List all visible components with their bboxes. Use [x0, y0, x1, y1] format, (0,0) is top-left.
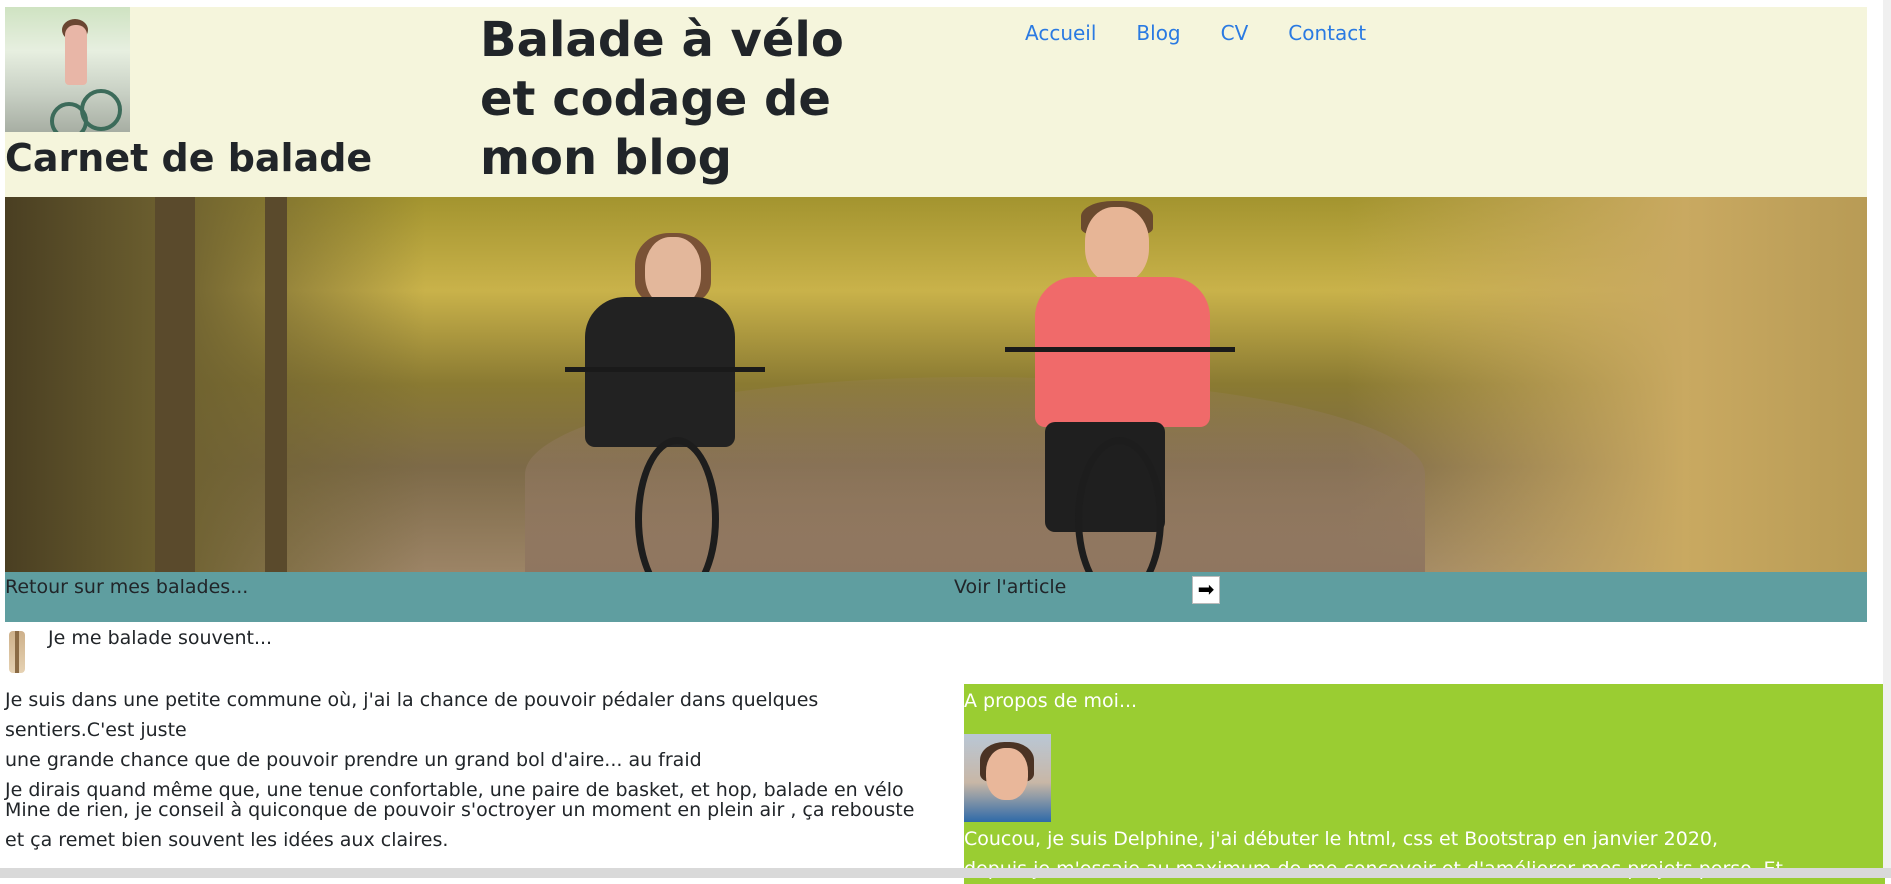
article-paragraph-1: Je suis dans une petite commune où, j'ai…: [5, 689, 904, 801]
logo-image: [5, 7, 130, 132]
page-title: Balade à vélo et codage de mon blog: [480, 12, 844, 186]
site-name: Carnet de balade: [5, 136, 373, 180]
horizontal-scrollbar[interactable]: [0, 868, 1891, 878]
about-panel: A propos de moi... Coucou, je suis Delph…: [964, 684, 1885, 884]
back-to-rides-text: Retour sur mes balades...: [5, 576, 249, 598]
hero-image: [5, 197, 1867, 572]
about-title: A propos de moi...: [964, 690, 1138, 712]
site-header: Carnet de balade Balade à vélo et codage…: [5, 7, 1867, 197]
view-article-label: Voir l'article: [954, 576, 1067, 598]
nav-link-blog[interactable]: Blog: [1136, 21, 1180, 45]
arrow-right-icon[interactable]: ➡: [1192, 576, 1220, 604]
article-banner: Retour sur mes balades... Voir l'article…: [5, 572, 1867, 622]
nav-link-accueil[interactable]: Accueil: [1025, 21, 1096, 45]
article-heading: Je me balade souvent...: [48, 627, 273, 649]
nav-link-cv[interactable]: CV: [1221, 21, 1249, 45]
main-nav: Accueil Blog CV Contact: [1025, 21, 1366, 45]
clothespin-icon: [9, 631, 25, 673]
nav-link-contact[interactable]: Contact: [1288, 21, 1366, 45]
avatar: [964, 734, 1051, 822]
vertical-scrollbar[interactable]: [1883, 0, 1891, 868]
article-paragraph-2: Mine de rien, je conseil à quiconque de …: [5, 799, 915, 851]
